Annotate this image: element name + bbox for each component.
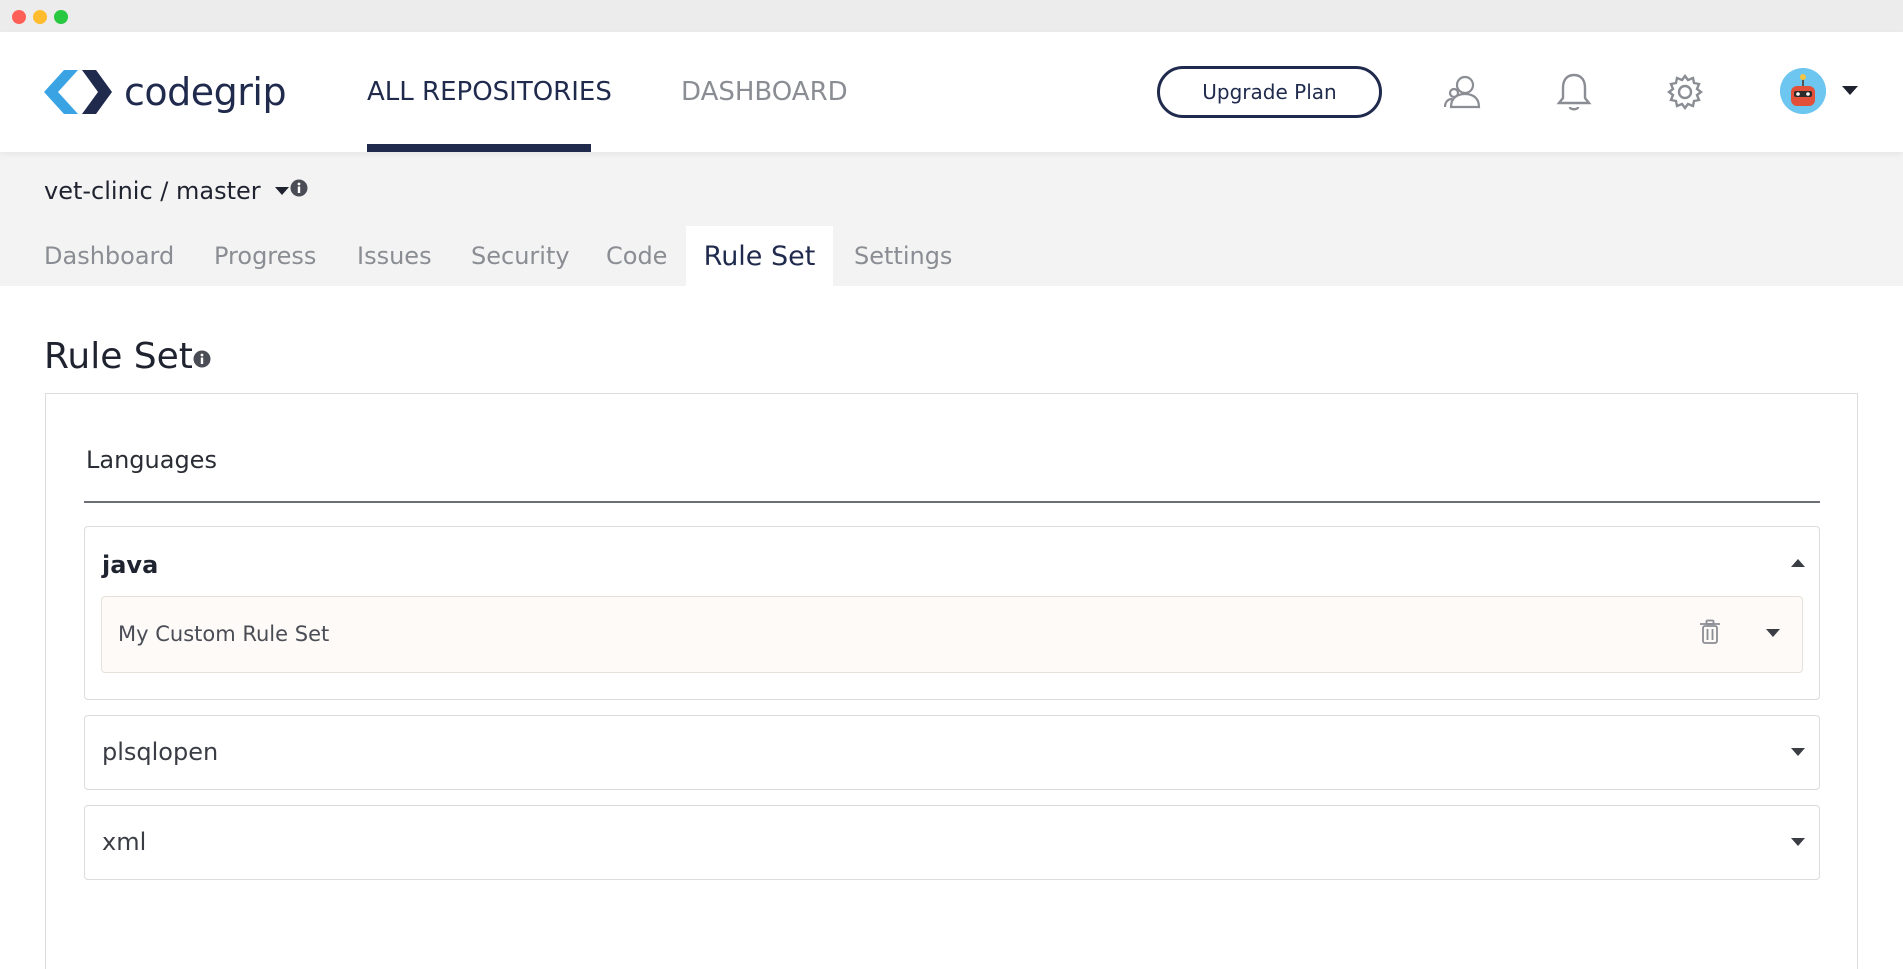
language-name: plsqlopen (102, 738, 219, 766)
repo-breadcrumb[interactable]: vet-clinic / master (44, 177, 289, 205)
gear-icon[interactable] (1663, 70, 1707, 114)
tab-issues[interactable]: Issues (357, 226, 439, 286)
upgrade-plan-button[interactable]: Upgrade Plan (1157, 66, 1382, 118)
ruleset-row[interactable]: My Custom Rule Set (101, 596, 1803, 673)
caret-down-icon (274, 186, 289, 195)
chevron-down-icon[interactable] (1791, 838, 1805, 847)
tab-dashboard[interactable]: Dashboard (44, 226, 174, 286)
page-title: Rule Set (44, 336, 193, 377)
rule-set-panel: Languages java My Custom Rule Set plsqlo… (45, 393, 1858, 969)
tab-rule-set[interactable]: Rule Set (686, 226, 833, 286)
language-name: xml (102, 828, 147, 856)
close-window-dot[interactable] (12, 10, 26, 24)
nav-all-repositories[interactable]: ALL REPOSITORIES (367, 32, 612, 152)
maximize-window-dot[interactable] (54, 10, 68, 24)
page-title-text: Rule Set (44, 336, 193, 377)
nav-dashboard[interactable]: DASHBOARD (681, 32, 848, 152)
window-chrome (0, 0, 1903, 32)
chevron-up-icon[interactable] (1791, 559, 1805, 568)
top-header: codegrip ALL REPOSITORIES DASHBOARD Upgr… (0, 32, 1903, 152)
robot-avatar-icon (1780, 68, 1826, 114)
chevron-down-icon[interactable] (1791, 748, 1805, 757)
avatar[interactable] (1780, 68, 1826, 114)
repo-branch-label: vet-clinic / master (44, 177, 261, 205)
tab-settings[interactable]: Settings (854, 226, 964, 286)
users-icon[interactable] (1441, 70, 1485, 114)
nav-active-underline (367, 144, 591, 152)
codegrip-logo-icon (44, 70, 112, 114)
minimize-window-dot[interactable] (33, 10, 47, 24)
bell-icon[interactable] (1552, 70, 1596, 114)
language-accordion-plsqlopen[interactable]: plsqlopen (84, 715, 1820, 790)
languages-heading: Languages (86, 446, 217, 474)
tab-code[interactable]: Code (606, 226, 676, 286)
info-icon[interactable] (290, 179, 308, 197)
info-icon[interactable] (193, 350, 211, 368)
section-divider (84, 501, 1820, 503)
tab-progress[interactable]: Progress (214, 226, 318, 286)
chevron-down-icon[interactable] (1766, 629, 1780, 638)
language-accordion-xml[interactable]: xml (84, 805, 1820, 880)
repo-subbar: vet-clinic / master Dashboard Progress I… (0, 152, 1903, 286)
language-accordion-java: java My Custom Rule Set (84, 526, 1820, 700)
caret-down-icon[interactable] (1842, 86, 1858, 96)
logo[interactable]: codegrip (44, 68, 287, 116)
ruleset-name: My Custom Rule Set (118, 622, 330, 646)
logo-text: codegrip (124, 70, 287, 114)
tab-security[interactable]: Security (471, 226, 571, 286)
trash-icon[interactable] (1699, 619, 1721, 645)
language-name[interactable]: java (102, 551, 158, 579)
